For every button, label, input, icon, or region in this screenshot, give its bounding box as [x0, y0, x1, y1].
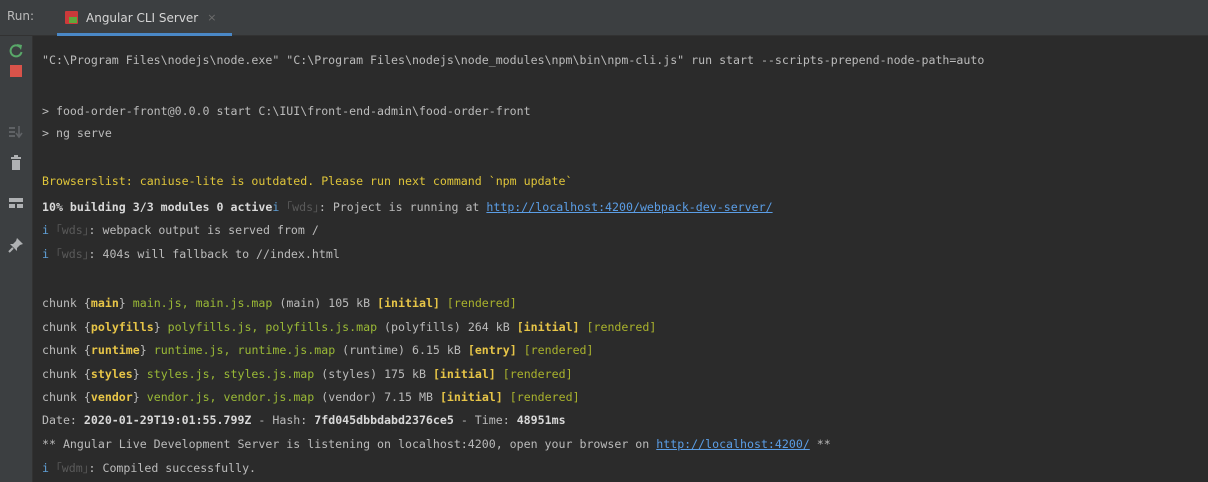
chunk-flag: [initial]	[432, 367, 496, 381]
building-line: 10% building 3/3 modules 0 activei ｢wds｣…	[42, 198, 773, 217]
chunk-brace-close: }	[139, 343, 154, 357]
chunk-name: polyfills	[90, 320, 154, 334]
chunk-brace-close: }	[132, 367, 147, 381]
chunk-status: [rendered]	[502, 367, 573, 381]
wds-tag: ｢wds｣	[55, 223, 89, 237]
chunk-flag: [initial]	[516, 320, 580, 334]
wds-text: : webpack output is served from /	[88, 223, 319, 237]
chunk-group: (styles)	[314, 367, 385, 381]
console-output[interactable]: "C:\Program Files\nodejs\node.exe" "C:\P…	[34, 36, 1208, 482]
chunk-files: vendor.js, vendor.js.map	[146, 390, 315, 404]
pin-icon[interactable]	[8, 237, 24, 253]
chunk-name: runtime	[90, 343, 140, 357]
build-date: 2020-01-29T19:01:55.799Z	[83, 413, 252, 427]
localhost-link[interactable]: http://localhost:4200/	[656, 437, 810, 451]
wds-tag: ｢wds｣	[55, 247, 89, 261]
chunk-size: 6.15 kB	[411, 343, 461, 357]
chunk-prefix: chunk {	[42, 343, 91, 357]
chunk-line: chunk {styles} styles.js, styles.js.map …	[42, 365, 573, 384]
layout-icon[interactable]	[8, 195, 24, 211]
chunk-status: [rendered]	[586, 320, 657, 334]
build-hash: 7fd045dbbdabd2376ce5	[314, 413, 454, 427]
info-marker: i	[42, 461, 49, 475]
chunk-line: chunk {runtime} runtime.js, runtime.js.m…	[42, 341, 594, 360]
info-marker: i	[42, 223, 49, 237]
wds-fallback-line: i ｢wds｣: 404s will fallback to //index.h…	[42, 245, 340, 264]
tab-angular-cli-server[interactable]: Angular CLI Server ×	[57, 0, 232, 36]
stop-icon[interactable]	[8, 63, 24, 79]
build-progress: 10% building 3/3 modules 0 active	[42, 200, 273, 214]
chunk-size: 264 kB	[467, 320, 510, 334]
chunk-line: chunk {main} main.js, main.js.map (main)…	[42, 294, 517, 313]
chunk-size: 7.15 MB	[384, 390, 433, 404]
ng-serve-line: > ng serve	[42, 126, 112, 140]
chunk-prefix: chunk {	[42, 367, 91, 381]
chunk-status: [rendered]	[523, 343, 594, 357]
chunk-prefix: chunk {	[42, 320, 91, 334]
hash-label: - Hash:	[251, 413, 315, 427]
chunk-flag: [entry]	[467, 343, 517, 357]
live-server-suffix: **	[809, 437, 831, 451]
angular-run-config-icon	[65, 11, 78, 24]
wds-text: : 404s will fallback to //index.html	[88, 247, 340, 261]
chunk-group: (polyfills)	[377, 320, 468, 334]
chunk-status: [rendered]	[446, 296, 517, 310]
chunk-name: styles	[90, 367, 133, 381]
chunk-files: runtime.js, runtime.js.map	[153, 343, 336, 357]
command-line: "C:\Program Files\nodejs\node.exe" "C:\P…	[42, 53, 985, 67]
live-server-line: ** Angular Live Development Server is li…	[42, 435, 831, 454]
chunk-flag: [initial]	[377, 296, 440, 310]
chunk-files: main.js, main.js.map	[132, 296, 273, 310]
compiled-line: i ｢wdm｣: Compiled successfully.	[42, 459, 256, 478]
rerun-icon[interactable]	[8, 43, 24, 59]
chunk-group: (main)	[272, 296, 329, 310]
chunk-group: (vendor)	[314, 390, 385, 404]
browserslist-warning: Browserslist: caniuse-lite is outdated. …	[42, 174, 573, 188]
building-text: : Project is running at	[318, 200, 487, 214]
tab-title: Angular CLI Server	[86, 10, 199, 25]
chunk-group: (runtime)	[335, 343, 412, 357]
wdm-tag: ｢wdm｣	[55, 461, 89, 475]
chunk-line: chunk {vendor} vendor.js, vendor.js.map …	[42, 388, 580, 407]
chunk-prefix: chunk {	[42, 296, 91, 310]
time-label: - Time:	[453, 413, 517, 427]
run-label: Run:	[7, 9, 35, 23]
info-marker: i	[272, 200, 280, 214]
run-tool-window: Run: Angular CLI Server × "C:\Program Fi…	[0, 0, 1208, 482]
chunk-status: [rendered]	[509, 390, 580, 404]
build-time: 48951ms	[516, 413, 566, 427]
chunk-name: vendor	[90, 390, 133, 404]
scroll-to-end-icon[interactable]	[8, 124, 24, 140]
wds-tag: ｢wds｣	[286, 200, 319, 214]
compiled-text: : Compiled successfully.	[88, 461, 257, 475]
chunk-brace-close: }	[118, 296, 133, 310]
date-label: Date:	[42, 413, 84, 427]
chunk-prefix: chunk {	[42, 390, 91, 404]
chunk-files: styles.js, styles.js.map	[146, 367, 315, 381]
chunk-size: 105 kB	[328, 296, 371, 310]
info-marker: i	[42, 247, 49, 261]
chunk-flag: [initial]	[439, 390, 503, 404]
chunk-size: 175 kB	[384, 367, 426, 381]
live-server-text: ** Angular Live Development Server is li…	[42, 437, 657, 451]
close-icon[interactable]: ×	[207, 11, 216, 24]
chunk-brace-close: }	[132, 390, 147, 404]
chunk-brace-close: }	[153, 320, 168, 334]
delete-icon[interactable]	[8, 155, 24, 171]
webpack-dev-server-link[interactable]: http://localhost:4200/webpack-dev-server…	[486, 200, 772, 214]
chunk-line: chunk {polyfills} polyfills.js, polyfill…	[42, 318, 656, 337]
chunk-files: polyfills.js, polyfills.js.map	[167, 320, 378, 334]
run-toolbar	[0, 36, 33, 482]
npm-start-line: > food-order-front@0.0.0 start C:\IUI\fr…	[42, 104, 531, 118]
wds-output-line: i ｢wds｣: webpack output is served from /	[42, 221, 319, 240]
build-summary-line: Date: 2020-01-29T19:01:55.799Z - Hash: 7…	[42, 411, 566, 430]
chunk-name: main	[90, 296, 119, 310]
run-tab-bar: Run: Angular CLI Server ×	[0, 0, 1208, 36]
